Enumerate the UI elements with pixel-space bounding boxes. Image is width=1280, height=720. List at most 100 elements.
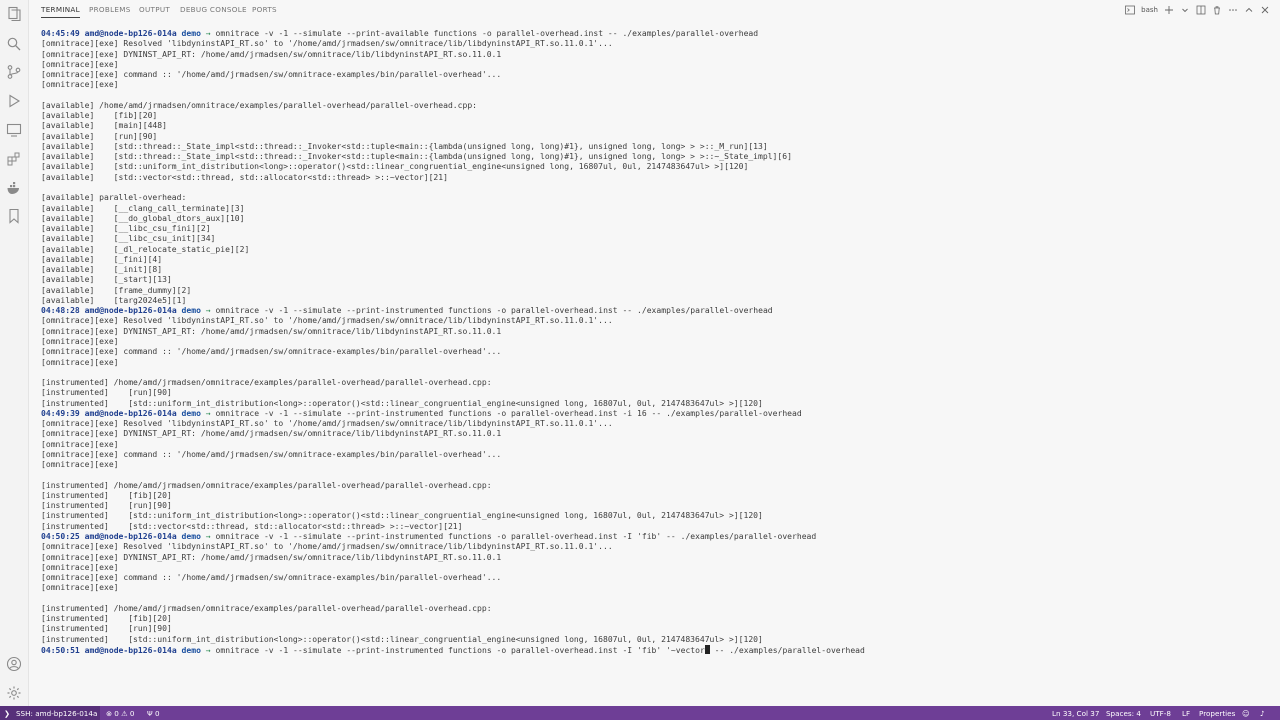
terminal-line: [available] [std::thread::_State_impl<st…: [41, 152, 792, 162]
run-debug-icon[interactable]: [6, 93, 22, 109]
prompt-dir: demo: [181, 29, 201, 38]
terminal-line: [available] /home/amd/jrmadsen/omnitrace…: [41, 100, 478, 110]
extensions-icon[interactable]: [6, 151, 22, 167]
split-terminal-icon[interactable]: [1196, 5, 1206, 15]
terminal-line: [available] [_dl_relocate_static_pie][2]: [41, 244, 250, 254]
terminal-output[interactable]: 04:45:49 amd@node-bp126-014a demo → omni…: [41, 29, 1270, 702]
terminal-line: [available] [_fini][4]: [41, 254, 163, 264]
trash-icon[interactable]: [1212, 5, 1222, 15]
new-terminal-icon[interactable]: [1164, 5, 1174, 15]
bookmark-icon[interactable]: [6, 208, 22, 224]
terminal-line: [omnitrace][exe] command :: '/home/amd/j…: [41, 573, 502, 583]
terminal-line: [available] [_start][13]: [41, 275, 172, 285]
more-actions-icon[interactable]: [1228, 5, 1238, 15]
close-icon[interactable]: [1260, 5, 1270, 15]
terminal-line: [omnitrace][exe] DYNINST_API_RT: /home/a…: [41, 49, 502, 59]
terminal-line: [instrumented] [run][90]: [41, 624, 172, 634]
prompt-arrow-icon: →: [205, 532, 211, 542]
encoding-status[interactable]: UTF-8: [1150, 709, 1171, 718]
ports-status[interactable]: Ψ 0: [147, 709, 160, 718]
eol-status[interactable]: LF: [1182, 709, 1190, 718]
remote-icon: ❯: [4, 709, 11, 718]
prompt-arrow-icon: →: [205, 306, 211, 316]
docker-icon[interactable]: [6, 180, 22, 196]
terminal-line: [available] parallel-overhead:: [41, 193, 187, 203]
command-text: omnitrace -v -1 --simulate --print-instr…: [215, 408, 802, 418]
language-mode[interactable]: Properties: [1199, 709, 1235, 718]
terminal-icon: [1125, 5, 1136, 15]
terminal-line: [available] [run][90]: [41, 131, 158, 141]
terminal-line: [available] [std::uniform_int_distributi…: [41, 162, 749, 172]
tab-problems[interactable]: PROBLEMS: [89, 5, 131, 14]
terminal-line: [available] [__libc_csu_fini][2]: [41, 224, 211, 234]
bell-icon[interactable]: ♪: [1260, 709, 1265, 718]
maximize-panel-icon[interactable]: [1244, 5, 1254, 15]
indentation-status[interactable]: Spaces: 4: [1106, 709, 1141, 718]
tab-terminal[interactable]: TERMINAL: [41, 5, 80, 18]
terminal-line: [available] [std::vector<std::thread, st…: [41, 172, 448, 182]
cursor-position[interactable]: Ln 33, Col 37: [1052, 709, 1099, 718]
terminal-line: [instrumented] [fib][20]: [41, 490, 172, 500]
prompt-dir: demo: [181, 306, 201, 316]
prompt-dir: demo: [181, 532, 201, 542]
prompt-time: 04:50:25: [41, 532, 80, 542]
command-text: omnitrace -v -1 --simulate --print-instr…: [215, 306, 773, 316]
terminal-line: [instrumented] /home/amd/jrmadsen/omnitr…: [41, 378, 492, 388]
tab-debug-console[interactable]: DEBUG CONSOLE: [180, 5, 247, 14]
chevron-down-icon[interactable]: [1180, 5, 1190, 15]
terminal-line: [available] [frame_dummy][2]: [41, 285, 192, 295]
remote-explorer-icon[interactable]: [6, 122, 22, 138]
terminal-line: [available] [main][448]: [41, 121, 167, 131]
prompt-time: 04:48:28: [41, 306, 80, 316]
account-icon[interactable]: [6, 656, 22, 672]
tab-ports[interactable]: PORTS: [252, 5, 277, 14]
prompt-host: amd@node-bp126-014a: [84, 408, 177, 418]
explorer-icon[interactable]: [6, 6, 22, 22]
terminal-line: [instrumented] [run][90]: [41, 501, 172, 511]
terminal-line: [available] [std::thread::_State_impl<st…: [41, 141, 768, 151]
terminal-line: [instrumented] /home/amd/jrmadsen/omnitr…: [41, 603, 492, 613]
prompt-line: 04:50:51 amd@node-bp126-014a demo → omni…: [41, 644, 1270, 655]
prompt-host: amd@node-bp126-014a: [84, 306, 177, 316]
prompt-arrow-icon: →: [205, 408, 211, 418]
problems-status[interactable]: ⊗ 0 ⚠ 0: [106, 709, 134, 718]
search-icon[interactable]: [6, 36, 22, 52]
prompt-time: 04:50:51: [41, 645, 80, 655]
remote-label[interactable]: SSH: amd-bp126-014a: [16, 709, 97, 718]
terminal-line: [omnitrace][exe] DYNINST_API_RT: /home/a…: [41, 429, 502, 439]
terminal-line: [omnitrace][exe] Resolved 'libdyninstAPI…: [41, 419, 613, 429]
prompt-host: amd@node-bp126-014a: [84, 532, 177, 542]
terminal-line: [instrumented] [std::uniform_int_distrib…: [41, 398, 763, 408]
terminal-line: [omnitrace][exe]: [41, 357, 119, 367]
terminal-line: [omnitrace][exe] command :: '/home/amd/j…: [41, 70, 502, 80]
terminal-shell-label[interactable]: bash: [1141, 6, 1158, 14]
command-text: omnitrace -v -1 --simulate --print-instr…: [215, 532, 817, 542]
terminal-line: [instrumented] [std::uniform_int_distrib…: [41, 634, 763, 644]
prompt-arrow-icon: →: [205, 29, 211, 38]
settings-gear-icon[interactable]: [6, 685, 22, 701]
terminal-line: [omnitrace][exe]: [41, 439, 119, 449]
source-control-icon[interactable]: [6, 64, 22, 80]
terminal-line: [instrumented] [run][90]: [41, 388, 172, 398]
terminal-line: [instrumented] [std::uniform_int_distrib…: [41, 511, 763, 521]
terminal-lines: 04:45:49 amd@node-bp126-014a demo → omni…: [41, 29, 1270, 655]
command-text: omnitrace -v -1 --simulate --print-instr…: [215, 645, 705, 655]
prompt-host: amd@node-bp126-014a: [84, 29, 177, 38]
tab-output[interactable]: OUTPUT: [139, 5, 170, 14]
terminal-line: [omnitrace][exe] Resolved 'libdyninstAPI…: [41, 39, 613, 49]
prompt-host: amd@node-bp126-014a: [84, 645, 177, 655]
account-status-icon[interactable]: ☺: [1242, 709, 1250, 718]
terminal-line: [omnitrace][exe]: [41, 460, 119, 470]
terminal-line: [omnitrace][exe] Resolved 'libdyninstAPI…: [41, 316, 613, 326]
command-text: omnitrace -v -1 --simulate --print-avail…: [215, 29, 759, 38]
terminal-line: [instrumented] /home/amd/jrmadsen/omnitr…: [41, 480, 492, 490]
prompt-line: 04:48:28 amd@node-bp126-014a demo → omni…: [41, 306, 1270, 316]
terminal-line: [instrumented] [fib][20]: [41, 614, 172, 624]
activity-bar: [0, 0, 29, 706]
terminal-line: [omnitrace][exe]: [41, 562, 119, 572]
